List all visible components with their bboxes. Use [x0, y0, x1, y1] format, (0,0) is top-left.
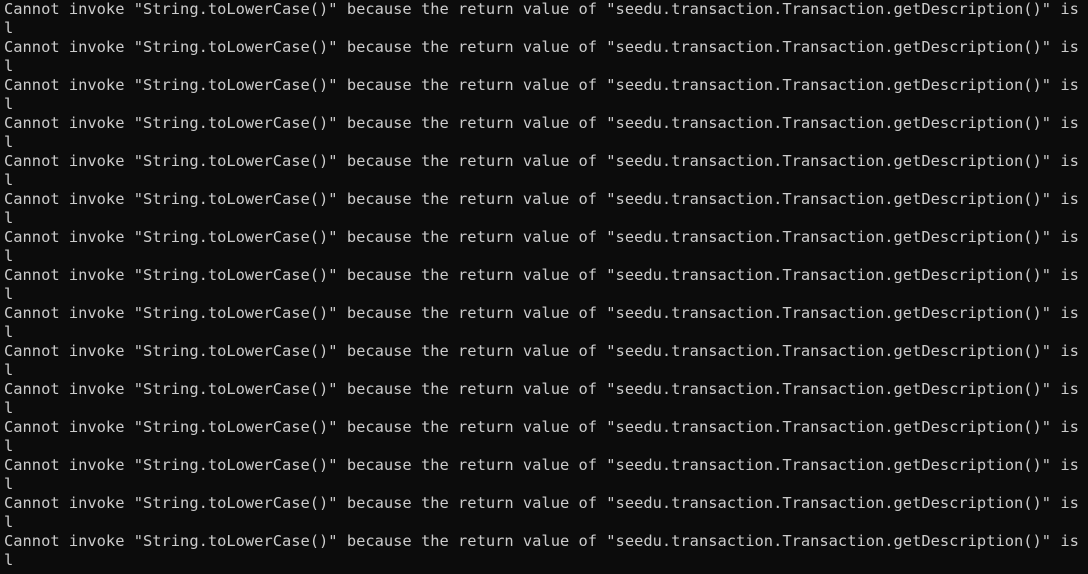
output-line: l [4, 247, 14, 265]
output-line: Cannot invoke "String.toLowerCase()" bec… [4, 228, 1088, 246]
output-line: Cannot invoke "String.toLowerCase()" bec… [4, 76, 1088, 94]
terminal-output: Cannot invoke "String.toLowerCase()" bec… [4, 0, 1088, 570]
output-line: Cannot invoke "String.toLowerCase()" bec… [4, 304, 1088, 322]
output-line: Cannot invoke "String.toLowerCase()" bec… [4, 456, 1088, 474]
output-line: Cannot invoke "String.toLowerCase()" bec… [4, 532, 1088, 550]
output-line: l [4, 19, 14, 37]
terminal-window[interactable]: Cannot invoke "String.toLowerCase()" bec… [0, 0, 1088, 574]
output-line: Cannot invoke "String.toLowerCase()" bec… [4, 342, 1088, 360]
output-line: Cannot invoke "String.toLowerCase()" bec… [4, 0, 1088, 18]
output-line: Cannot invoke "String.toLowerCase()" bec… [4, 380, 1088, 398]
output-line: l [4, 437, 14, 455]
output-line: Cannot invoke "String.toLowerCase()" bec… [4, 190, 1088, 208]
output-line: l [4, 513, 14, 531]
output-line: l [4, 285, 14, 303]
output-line: Cannot invoke "String.toLowerCase()" bec… [4, 494, 1088, 512]
output-line: Cannot invoke "String.toLowerCase()" bec… [4, 418, 1088, 436]
output-line: l [4, 209, 14, 227]
output-line: l [4, 95, 14, 113]
output-line: l [4, 57, 14, 75]
output-line: l [4, 361, 14, 379]
output-line: l [4, 323, 14, 341]
output-line: Cannot invoke "String.toLowerCase()" bec… [4, 38, 1088, 56]
output-line: Cannot invoke "String.toLowerCase()" bec… [4, 152, 1088, 170]
output-line: l [4, 475, 14, 493]
output-line: l [4, 399, 14, 417]
output-line: Cannot invoke "String.toLowerCase()" bec… [4, 266, 1088, 284]
output-line: l [4, 133, 14, 151]
output-line: Cannot invoke "String.toLowerCase()" bec… [4, 114, 1088, 132]
output-line: l [4, 171, 14, 189]
output-line: l [4, 551, 14, 569]
